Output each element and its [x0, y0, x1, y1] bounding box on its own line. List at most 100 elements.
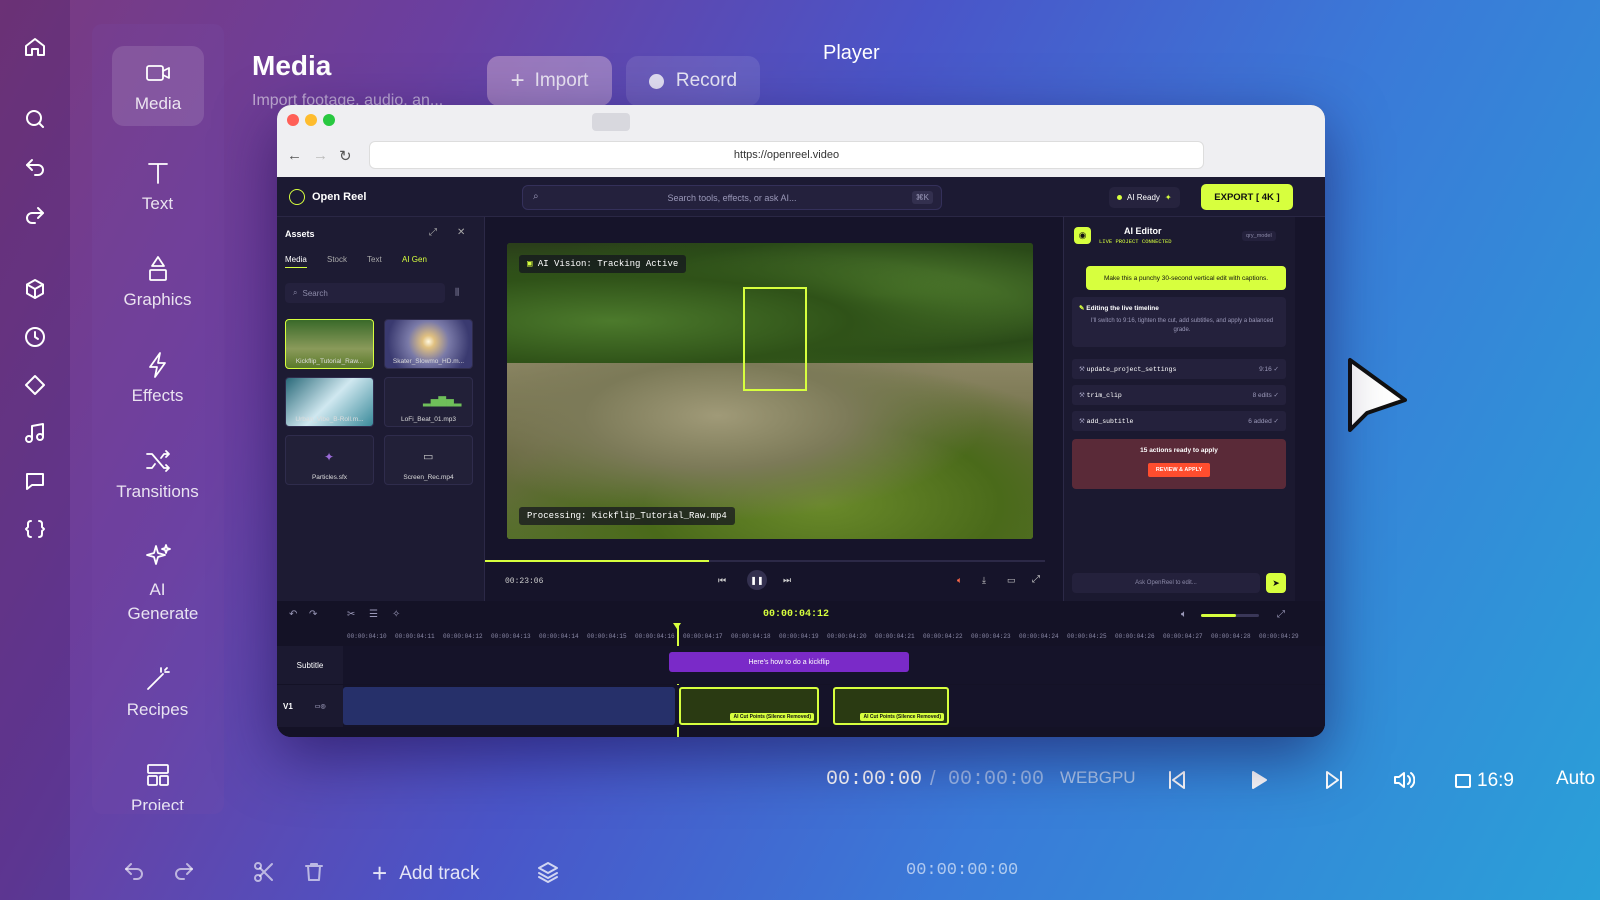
scissors-icon[interactable]: ✂ [347, 609, 355, 620]
video-clip[interactable] [343, 687, 675, 725]
sidebar-item-label: Transitions [116, 482, 199, 501]
ai-cut-clip[interactable]: AI Cut Points (Silence Removed) [833, 687, 949, 725]
action-row[interactable]: ⚒ add_subtitle 6 added ✓ [1072, 411, 1286, 431]
layers-icon[interactable] [536, 860, 560, 889]
sidebar-item-recipes[interactable]: Recipes [100, 664, 215, 720]
magic-wand-icon[interactable]: ✧ [392, 609, 400, 620]
waveform-icon: ▂▅▇▅▂ [423, 396, 462, 407]
action-row[interactable]: ⚒ update_project_settings 9:16 ✓ [1072, 359, 1286, 379]
filter-icon[interactable]: ⫼ [455, 287, 459, 298]
tab-text[interactable]: Text [367, 255, 382, 264]
tab-media[interactable]: Media [285, 255, 307, 268]
ruler-tick: 00:00:04:21 [875, 633, 915, 640]
layout-icon [146, 764, 169, 786]
expand-icon[interactable]: ⤢ [429, 227, 437, 238]
quality-button[interactable]: Auto [1556, 768, 1595, 790]
music-icon[interactable] [22, 420, 48, 446]
clock-icon[interactable] [22, 324, 48, 350]
asset-thumb[interactable]: ▭ Screen_Rec.mp4 [384, 435, 473, 485]
close-icon[interactable]: ✕ [457, 227, 465, 238]
app-search-input[interactable]: ⌕ Search tools, effects, or ask AI... ⌘K [522, 185, 942, 210]
track-visibility-icon[interactable]: ▭◎ [315, 703, 326, 710]
fullscreen-icon[interactable]: ⤢ [1032, 574, 1040, 585]
redo-icon[interactable] [22, 203, 48, 229]
download-icon[interactable]: ⤓ [982, 575, 986, 586]
chat-icon[interactable] [22, 468, 48, 494]
sidebar-item-transitions[interactable]: Transitions [100, 446, 215, 502]
undo-button[interactable] [122, 860, 146, 889]
app-logo: Open Reel [289, 189, 366, 205]
review-apply-button[interactable]: REVIEW & APPLY [1148, 463, 1210, 477]
skip-back-icon[interactable] [1165, 768, 1189, 797]
record-button[interactable]: Record [626, 56, 760, 106]
model-badge[interactable]: qry_model [1242, 231, 1276, 241]
redo-button[interactable] [172, 860, 196, 889]
sidebar-item-graphics[interactable]: Graphics [100, 254, 215, 310]
minimize-window-button[interactable] [305, 114, 317, 126]
playhead-handle[interactable] [673, 623, 681, 629]
sidebar-item-media[interactable]: Media [112, 46, 204, 126]
next-frame-icon[interactable]: ⏭ [783, 575, 791, 586]
prev-frame-icon[interactable]: ⏮ [718, 575, 726, 586]
undo-icon[interactable] [22, 155, 48, 181]
forward-arrow-icon[interactable]: → [313, 147, 328, 164]
expand-icon[interactable]: ⤢ [1277, 609, 1285, 620]
aspect-ratio-button[interactable]: 16:9 [1455, 770, 1514, 792]
mouse-cursor-icon [1345, 355, 1415, 450]
tool-icon: ⚒ [1079, 418, 1087, 425]
pause-button[interactable]: ❚❚ [747, 570, 767, 590]
diamond-icon[interactable] [22, 372, 48, 398]
export-button[interactable]: EXPORT [ 4K ] [1201, 184, 1293, 210]
sidebar-item-ai-generate[interactable]: AI Generate [100, 542, 215, 626]
video-preview[interactable]: ▣ AI Vision: Tracking Active Processing:… [507, 243, 1033, 539]
ai-cut-clip[interactable]: AI Cut Points (Silence Removed) [679, 687, 819, 725]
zoom-slider[interactable] [1201, 614, 1259, 617]
ruler-tick: 00:00:04:18 [731, 633, 771, 640]
magic-wand-icon [146, 667, 170, 690]
ai-status-label: AI Ready [1127, 193, 1160, 202]
monitor-icon: ▭ [423, 451, 434, 463]
assets-search-input[interactable]: ⌕ Search [285, 283, 445, 303]
asset-thumb[interactable]: ✦ Particles.sfx [285, 435, 374, 485]
import-button[interactable]: + Import [487, 56, 612, 106]
tab-ai-gen[interactable]: AI Gen [402, 255, 427, 264]
asset-thumb[interactable]: Skater_Slowmo_HD.m... [384, 319, 473, 369]
code-braces-icon[interactable] [22, 516, 48, 542]
cube-icon[interactable] [22, 276, 48, 302]
trash-icon[interactable] [302, 860, 326, 889]
ai-prompt-input[interactable]: Ask OpenReel to edit... [1072, 573, 1260, 593]
record-dot-icon [648, 73, 664, 89]
asset-thumb[interactable]: Kickflip_Tutorial_Raw... [285, 319, 374, 369]
volume-icon[interactable]: 🔈︎ [1181, 609, 1187, 620]
mute-icon[interactable]: 🔈︎ [957, 575, 962, 586]
action-row[interactable]: ⚒ trim_clip 8 edits ✓ [1072, 385, 1286, 405]
scissors-icon[interactable] [252, 860, 276, 889]
sidebar-item-label: Text [141, 194, 174, 213]
screen-icon[interactable]: ▭ [1007, 575, 1016, 586]
redo-icon[interactable]: ↷ [309, 609, 317, 620]
add-track-button[interactable]: + Add track [372, 858, 479, 889]
search-icon[interactable] [22, 106, 48, 132]
asset-thumb[interactable]: Urban_Vibe_B-Roll.m... [285, 377, 374, 427]
subtitle-clip[interactable]: Here's how to do a kickflip [669, 652, 909, 672]
layers-icon[interactable]: ☰ [369, 609, 378, 620]
browser-tab[interactable] [592, 113, 630, 131]
volume-icon[interactable] [1391, 768, 1416, 797]
back-arrow-icon[interactable]: ← [287, 147, 302, 164]
url-bar[interactable]: https://openreel.video [369, 141, 1204, 169]
asset-thumb[interactable]: ▂▅▇▅▂ LoFi_Beat_01.mp3 [384, 377, 473, 427]
playback-progress[interactable] [485, 560, 1045, 562]
sidebar-item-text[interactable]: Text [100, 158, 215, 214]
home-icon[interactable] [22, 34, 48, 60]
assets-title: Assets [285, 229, 315, 239]
maximize-window-button[interactable] [323, 114, 335, 126]
sidebar-item-effects[interactable]: Effects [100, 350, 215, 406]
undo-icon[interactable]: ↶ [289, 609, 297, 620]
play-icon[interactable] [1246, 768, 1270, 797]
sidebar-item-project[interactable]: Project [100, 760, 215, 810]
tab-stock[interactable]: Stock [327, 255, 347, 264]
skip-forward-icon[interactable] [1322, 768, 1346, 797]
send-button[interactable]: ➤ [1266, 573, 1286, 593]
reload-icon[interactable]: ↻ [339, 147, 352, 165]
close-window-button[interactable] [287, 114, 299, 126]
